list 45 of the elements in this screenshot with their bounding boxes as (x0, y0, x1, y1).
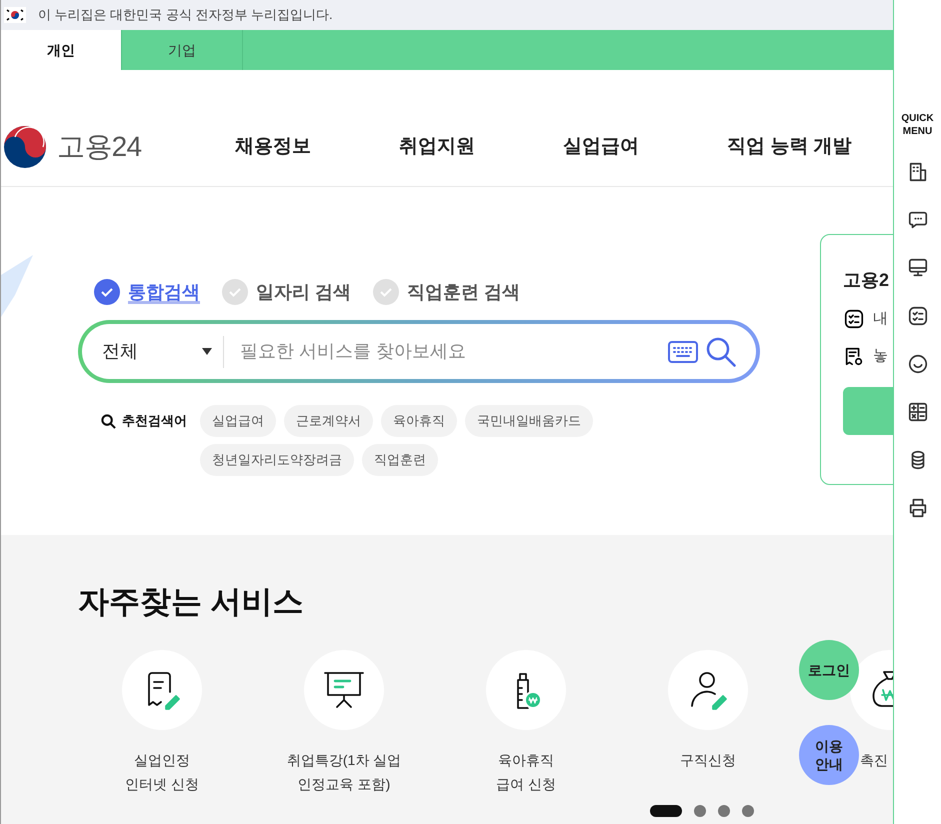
keyword-chip[interactable]: 직업훈련 (362, 444, 438, 476)
section-title: 자주찾는 서비스 (78, 583, 305, 621)
monitor-icon[interactable] (906, 257, 928, 279)
service-label: 구직신청 (680, 750, 736, 770)
recommended-label: 추천검색어 (122, 412, 187, 430)
keyword-chip[interactable]: 청년일자리도약장려금 (200, 444, 354, 476)
service-label: 인터넷 신청 (125, 774, 199, 794)
nav-link[interactable]: 실업급여 (563, 132, 639, 162)
search-input[interactable]: 필요한 서비스를 찾아보세요 (240, 338, 668, 365)
service-label: 인정교육 포함) (298, 774, 390, 794)
search-type-option[interactable]: 통합검색 (94, 278, 200, 306)
service-label: 급여 신청 (496, 774, 556, 794)
nav-link[interactable]: 직업 능력 개발 (727, 132, 852, 162)
search-type-option[interactable]: 일자리 검색 (222, 278, 352, 306)
card-item-text: 내 (873, 309, 888, 329)
paper-plane-drawing (1, 255, 33, 317)
search-type-option[interactable]: 직업훈련 검색 (373, 278, 520, 306)
keyword-chip[interactable]: 근로계약서 (284, 405, 373, 437)
chat-icon[interactable] (906, 209, 928, 231)
search-icon (101, 414, 116, 428)
calculator-icon[interactable] (906, 401, 928, 423)
government-emblem-logo[interactable] (3, 125, 47, 169)
nav-link[interactable]: 취업지원 (399, 132, 475, 162)
smile-icon[interactable] (906, 353, 928, 375)
card-title: 고용2 (843, 269, 890, 292)
keyword-chip[interactable]: 실업급여 (200, 405, 276, 437)
service-label: 촉진 (860, 750, 888, 770)
keyboard-icon[interactable] (668, 340, 698, 362)
category-dropdown[interactable]: 전체 (102, 338, 202, 365)
keyword-chip[interactable]: 국민내일배움카드 (465, 405, 593, 437)
audience-tab[interactable]: 개인 (1, 30, 122, 70)
service-label: 실업인정 (134, 750, 190, 770)
keyword-chip[interactable]: 육아휴직 (381, 405, 457, 437)
checklist-icon (843, 308, 865, 330)
nav-link[interactable]: 채용정보 (235, 132, 311, 162)
checklist-icon[interactable] (906, 305, 928, 327)
gov-banner-text: 이 누리집은 대한민국 공식 전자정부 누리집입니다. (38, 6, 333, 24)
card-item-text: 놓 (873, 346, 888, 366)
quick-menu-title: QUICK MENU (901, 112, 934, 138)
caret-icon[interactable] (202, 348, 212, 355)
flag-icon (4, 7, 26, 23)
search-icon[interactable] (706, 336, 736, 366)
service-label: 취업특강(1차 실업 (286, 750, 402, 770)
service-label: 육아휴직 (498, 750, 554, 770)
logo-text[interactable]: 고용24 (57, 126, 142, 168)
